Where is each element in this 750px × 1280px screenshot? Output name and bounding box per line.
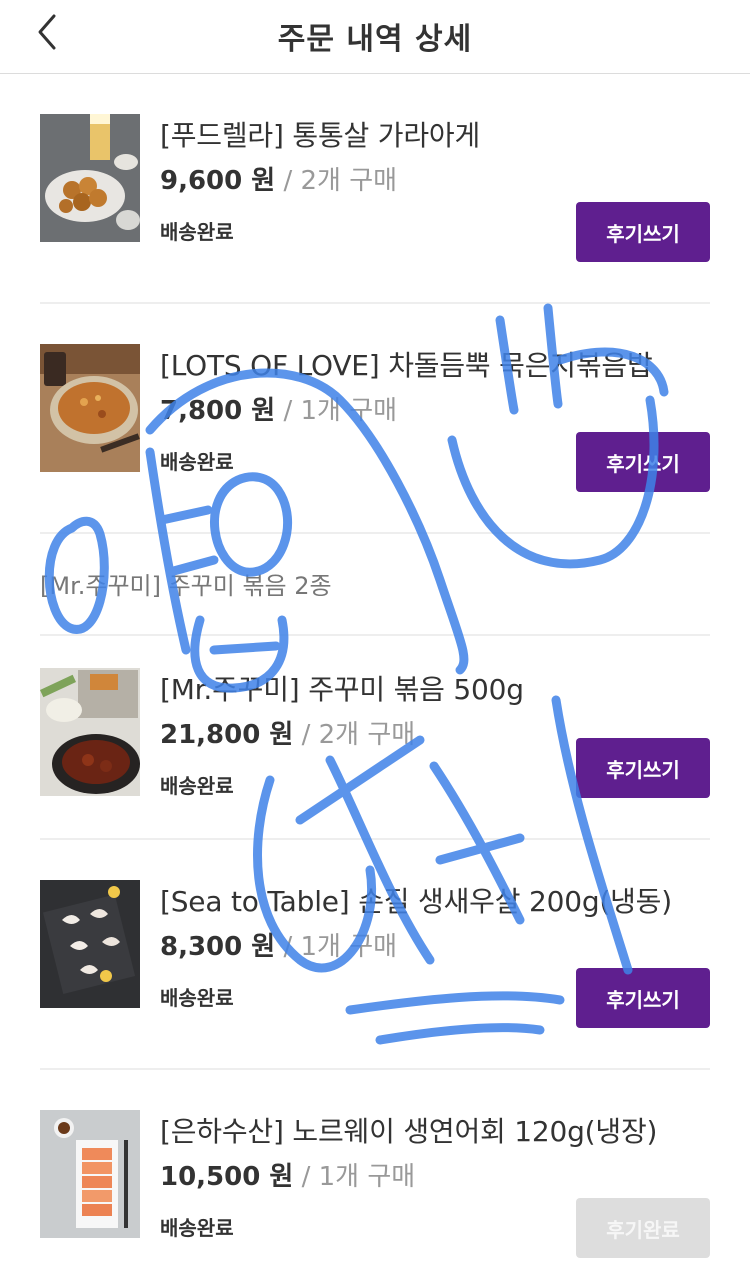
product-name[interactable]: [은하수산] 노르웨이 생연어회 120g(냉장) [160, 1110, 657, 1150]
product-image-jjukkumi[interactable] [40, 668, 140, 796]
price-line: 10,500 원 / 1개 구매 [160, 1156, 415, 1193]
price-line: 7,800 원 / 1개 구매 [160, 390, 397, 427]
app-header: 주문 내역 상세 [0, 0, 750, 74]
delivery-status: 배송완료 [160, 1216, 234, 1240]
group-title: [Mr.주꾸미] 주꾸미 볶음 2종 [40, 572, 332, 600]
quantity: / 1개 구매 [301, 1162, 416, 1192]
order-item: [은하수산] 노르웨이 생연어회 120g(냉장) 10,500 원 / 1개 … [40, 1110, 710, 1260]
divider [40, 302, 710, 304]
price: 9,600 원 [160, 166, 276, 196]
write-review-button[interactable]: 후기쓰기 [576, 968, 710, 1028]
divider [40, 1068, 710, 1070]
product-image-karaage[interactable] [40, 114, 140, 242]
quantity: / 2개 구매 [301, 720, 416, 750]
order-item: [LOTS OF LOVE] 차돌듬뿍 묵은지볶음밥 7,800 원 / 1개 … [40, 344, 710, 494]
quantity: / 1개 구매 [283, 932, 398, 962]
price: 21,800 원 [160, 720, 294, 750]
product-image-shrimp[interactable] [40, 880, 140, 1008]
price: 10,500 원 [160, 1162, 294, 1192]
write-review-button[interactable]: 후기쓰기 [576, 202, 710, 262]
order-item: [Mr.주꾸미] 주꾸미 볶음 500g 21,800 원 / 2개 구매 배송… [40, 668, 710, 818]
product-name[interactable]: [Sea to Table] 손질 생새우살 200g(냉동) [160, 880, 672, 920]
product-name[interactable]: [LOTS OF LOVE] 차돌듬뿍 묵은지볶음밥 [160, 344, 653, 384]
delivery-status: 배송완료 [160, 450, 234, 474]
review-completed-button: 후기완료 [576, 1198, 710, 1258]
page-title: 주문 내역 상세 [277, 22, 473, 57]
quantity: / 1개 구매 [283, 396, 398, 426]
divider [40, 532, 710, 534]
product-image-fried-rice[interactable] [40, 344, 140, 472]
price: 7,800 원 [160, 396, 276, 426]
product-name[interactable]: [Mr.주꾸미] 주꾸미 볶음 500g [160, 668, 524, 708]
divider [40, 838, 710, 840]
price-line: 8,300 원 / 1개 구매 [160, 926, 397, 963]
write-review-button[interactable]: 후기쓰기 [576, 738, 710, 798]
delivery-status: 배송완료 [160, 774, 234, 798]
price: 8,300 원 [160, 932, 276, 962]
price-line: 9,600 원 / 2개 구매 [160, 160, 397, 197]
order-item: [Sea to Table] 손질 생새우살 200g(냉동) 8,300 원 … [40, 880, 710, 1030]
product-name[interactable]: [푸드렐라] 통통살 가라아게 [160, 114, 480, 154]
divider [40, 634, 710, 636]
quantity: / 2개 구매 [283, 166, 398, 196]
write-review-button[interactable]: 후기쓰기 [576, 432, 710, 492]
product-image-salmon[interactable] [40, 1110, 140, 1238]
price-line: 21,800 원 / 2개 구매 [160, 714, 415, 751]
delivery-status: 배송완료 [160, 220, 234, 244]
order-item: [푸드렐라] 통통살 가라아게 9,600 원 / 2개 구매 배송완료 후기쓰… [40, 114, 710, 264]
delivery-status: 배송완료 [160, 986, 234, 1010]
